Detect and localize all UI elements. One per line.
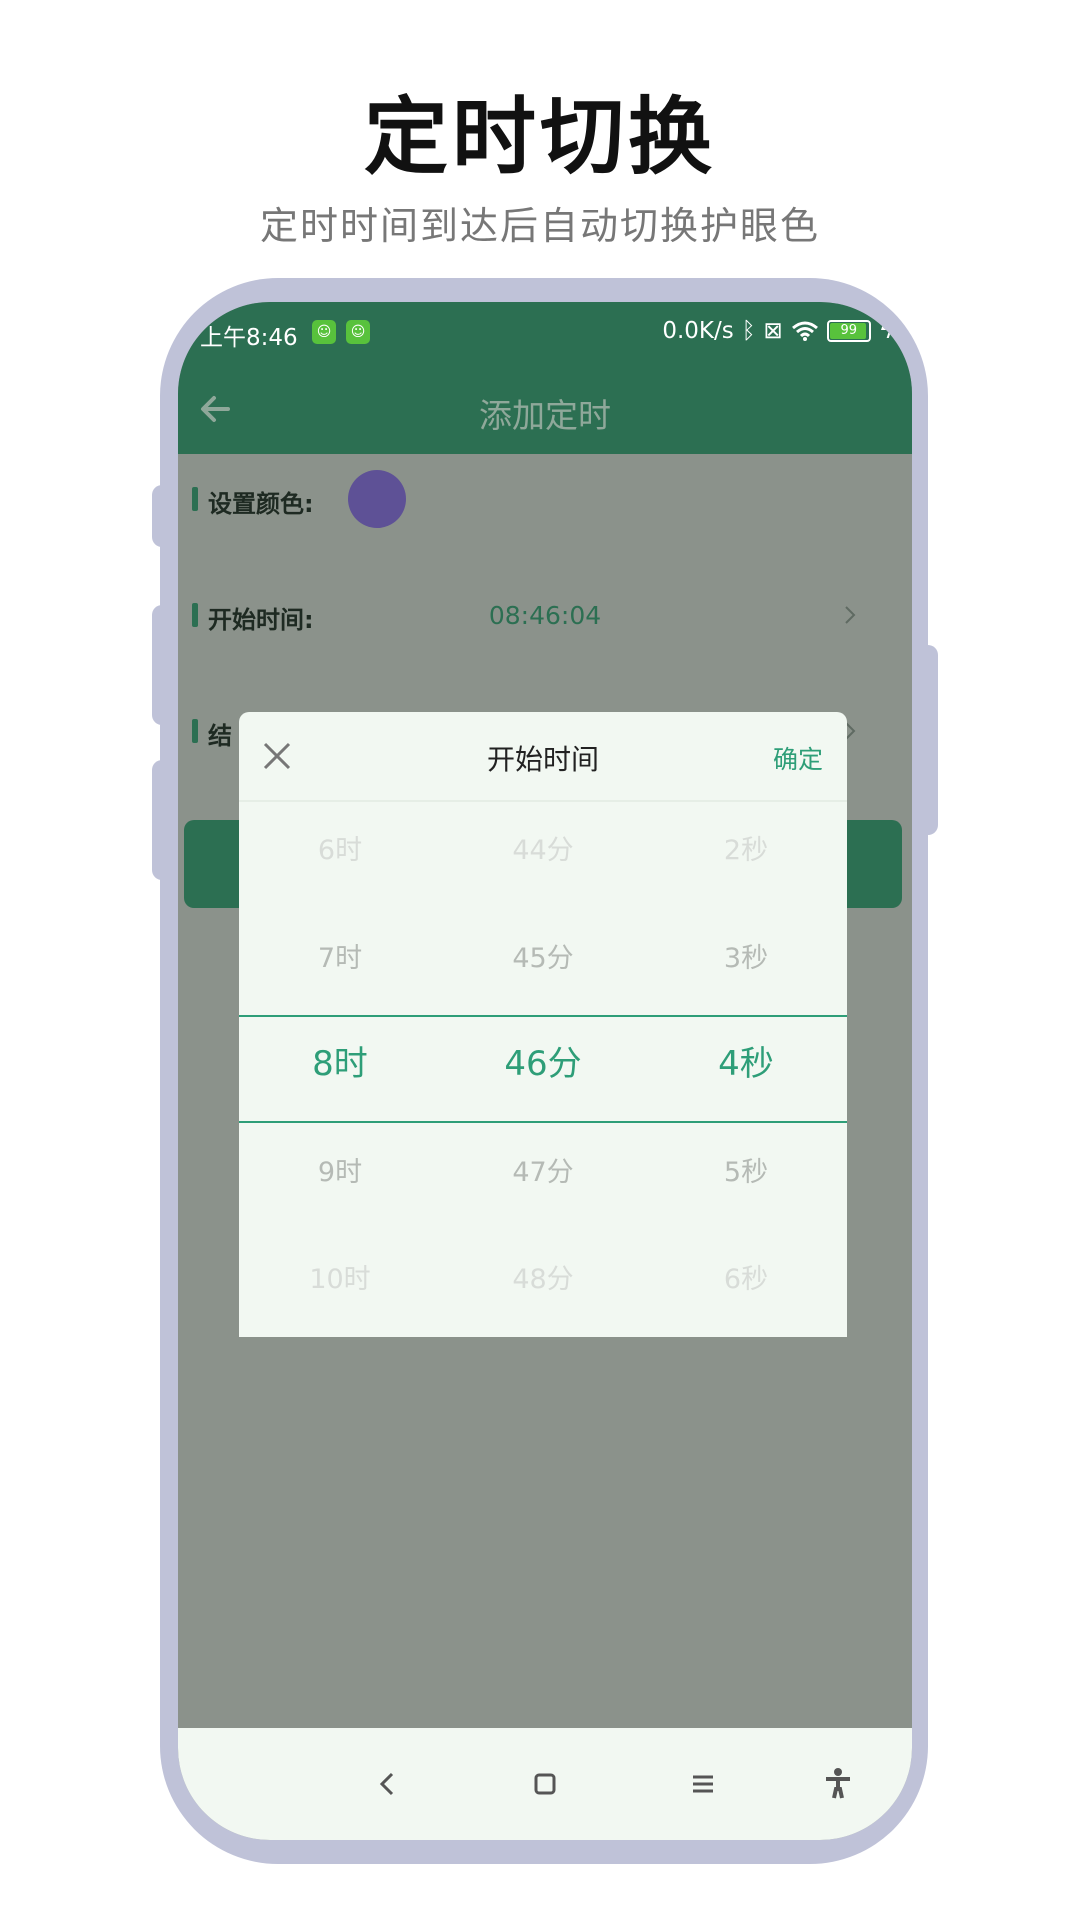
time-picker-dialog: 开始时间 确定 6时 7时 8时 9时 10时 44分 45分 46分 47分 … [239,712,847,1337]
nav-back-icon[interactable] [368,1764,408,1804]
promo-subtitle: 定时时间到达后自动切换护眼色 [259,204,820,248]
second-option[interactable]: 5秒 [645,1150,847,1189]
charging-icon: ϟ [878,318,894,344]
dialog-title: 开始时间 [486,743,599,776]
minute-option[interactable]: 47分 [442,1150,644,1189]
nav-menu-icon[interactable] [683,1764,723,1804]
minute-option[interactable]: 45分 [442,936,644,975]
navigation-bar [178,1728,912,1840]
status-indicators: 0.0K/s ᛒ ⊠ 99 ϟ [662,318,894,344]
accessibility-icon[interactable] [818,1764,858,1804]
minute-option[interactable]: 44分 [442,828,644,867]
second-option[interactable]: 6秒 [645,1257,847,1296]
hour-option[interactable]: 6时 [239,828,441,867]
net-speed: 0.0K/s [662,318,734,344]
chevron-right-icon [845,606,856,624]
side-button-left-1 [152,485,172,547]
bluetooth-icon: ᛒ [741,318,756,344]
wifi-icon [791,321,818,341]
confirm-button[interactable]: 确定 [773,740,823,776]
hour-option[interactable]: 7时 [239,936,441,975]
side-button-left-3 [152,760,172,880]
start-time-value: 08:46:04 [488,601,602,630]
color-label: 设置颜色: [208,490,314,518]
status-time: 上午8:46 [200,325,298,351]
row-marker [192,719,198,743]
promo-title: 定时切换 [363,88,716,186]
side-button-left-2 [152,605,172,725]
app-notification-icon: ☺ [312,320,336,344]
second-wheel[interactable]: 2秒 3秒 4秒 5秒 6秒 [645,800,847,1337]
color-row[interactable]: 设置颜色: [178,454,912,544]
hour-option[interactable]: 10时 [239,1257,441,1296]
hour-option-selected[interactable]: 8时 [239,1036,441,1085]
second-option[interactable]: 3秒 [645,936,847,975]
hour-wheel[interactable]: 6时 7时 8时 9时 10时 [239,800,441,1337]
minute-option-selected[interactable]: 46分 [442,1036,644,1085]
minute-option[interactable]: 48分 [442,1257,644,1296]
page-title: 添加定时 [479,396,611,435]
battery-icon: 99 [826,320,871,342]
nav-home-icon[interactable] [525,1764,565,1804]
minute-wheel[interactable]: 44分 45分 46分 47分 48分 [442,800,644,1337]
hour-option[interactable]: 9时 [239,1150,441,1189]
side-button-right [918,645,938,835]
app-bar: 添加定时 [178,364,912,454]
row-marker [192,487,198,511]
status-bar: 上午8:46 ☺ ☺ 0.0K/s ᛒ ⊠ 99 ϟ [178,302,912,364]
end-time-label: 结 [208,722,232,750]
second-option[interactable]: 2秒 [645,828,847,867]
app-notification-icon: ☺ [346,320,370,344]
color-swatch[interactable] [348,470,406,528]
dialog-header: 开始时间 确定 [239,712,847,802]
sim-icon: ⊠ [763,318,783,344]
start-time-row[interactable]: 开始时间: 08:46:04 [178,570,912,660]
second-option-selected[interactable]: 4秒 [645,1036,847,1085]
